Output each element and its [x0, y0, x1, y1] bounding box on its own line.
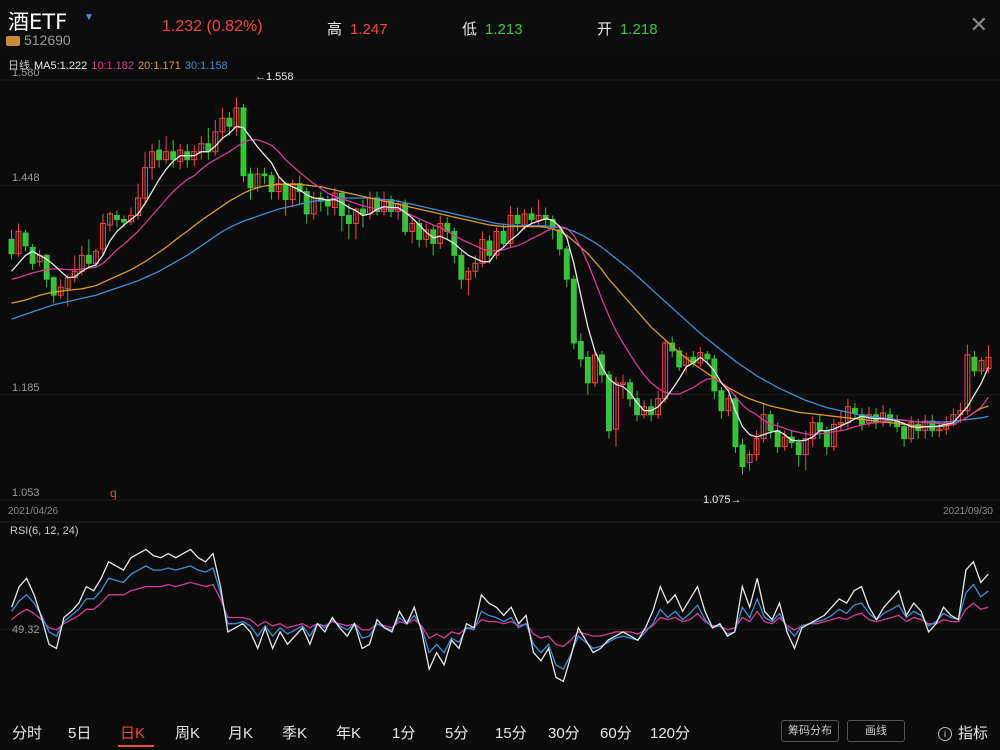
info-icon: i [937, 727, 952, 742]
tab-3[interactable]: 周K [175, 722, 200, 743]
ma20-line [11, 183, 989, 428]
tab-10[interactable]: 30分 [548, 722, 580, 743]
chip-distribution-button[interactable]: 筹码分布 [781, 720, 839, 742]
active-tab-underline [118, 745, 154, 747]
y-tick-label-2: 1.185 [12, 382, 40, 394]
candle-body [528, 213, 535, 220]
candle-body [170, 151, 177, 161]
kline-chart[interactable]: 1.580 1.448 1.185 1.053 ←1.558 1.075→ 2021/04/… [0, 0, 1000, 712]
candle-body [402, 203, 409, 232]
indicator-label: 指标 [957, 725, 988, 742]
candle-body [282, 183, 289, 201]
candle-body [605, 374, 612, 432]
tab-1[interactable]: 5日 [68, 722, 91, 743]
candle-body [718, 390, 725, 412]
max-price-annotation: ←1.558 [255, 71, 294, 83]
candle-body [226, 117, 233, 127]
candle-body [563, 248, 570, 280]
draw-line-button[interactable]: 画线 [847, 720, 905, 742]
date-start-label: 2021/04/26 [8, 506, 58, 517]
candle-body [795, 442, 802, 456]
candle-body [22, 232, 29, 247]
candle-body [739, 444, 746, 468]
candle-body [268, 175, 275, 193]
candle-body [247, 173, 254, 189]
candle-body [486, 240, 493, 256]
ma30-line [11, 197, 989, 423]
candle-body [584, 356, 591, 384]
candle-body [816, 422, 823, 432]
rsi-title: RSI(6, 12, 24) [10, 525, 78, 537]
candle-body [345, 214, 352, 224]
tab-5[interactable]: 季K [282, 722, 307, 743]
tab-2[interactable]: 日K [120, 722, 145, 743]
tab-12[interactable]: 120分 [650, 722, 690, 743]
period-tab-bar: 筹码分布 画线 i 指标 分时 5日 日K 周K 月K 季K 年K 1分 5分 15分 30分 60分 1… [0, 712, 1000, 750]
rsi-y-tick: 49.32 [12, 624, 40, 636]
candle-body [156, 149, 163, 161]
candle-body [113, 214, 120, 220]
ma10-line [11, 139, 990, 436]
indicator-button[interactable]: i 指标 [937, 722, 988, 743]
marker-q-icon: q [110, 486, 117, 500]
tab-7[interactable]: 1分 [392, 722, 415, 743]
y-tick-label-3: 1.053 [12, 487, 40, 499]
candle-body [458, 254, 465, 280]
candle-body [500, 230, 507, 244]
candle-body [704, 353, 711, 360]
candle-body [261, 173, 268, 177]
candle-body [324, 200, 331, 207]
candle-body [29, 246, 36, 264]
candle-body [359, 208, 366, 215]
min-price-annotation: 1.075→ [703, 494, 742, 506]
candle-body [85, 254, 92, 264]
candle-body [971, 356, 978, 372]
candle-body [570, 278, 577, 344]
rsi12-line [11, 565, 989, 670]
rsi24-line [11, 581, 989, 648]
ma5-line [11, 125, 990, 442]
tab-0[interactable]: 分时 [12, 722, 42, 743]
y-tick-label-0: 1.580 [12, 67, 40, 79]
candle-body [514, 214, 521, 224]
date-end-label: 2021/09/30 [943, 506, 993, 517]
candle-body [901, 426, 908, 440]
rsi6-line [11, 548, 989, 683]
candle-body [8, 238, 15, 255]
tab-9[interactable]: 15分 [495, 722, 527, 743]
candle-body [851, 407, 858, 414]
candle-body [121, 218, 127, 223]
tab-11[interactable]: 60分 [600, 722, 632, 743]
candle-body [774, 430, 781, 448]
tab-8[interactable]: 5分 [445, 722, 468, 743]
y-tick-label-1: 1.448 [12, 172, 40, 184]
candle-body [577, 340, 584, 360]
candle-body [598, 354, 605, 376]
tab-4[interactable]: 月K [228, 722, 253, 743]
tab-6[interactable]: 年K [336, 722, 361, 743]
